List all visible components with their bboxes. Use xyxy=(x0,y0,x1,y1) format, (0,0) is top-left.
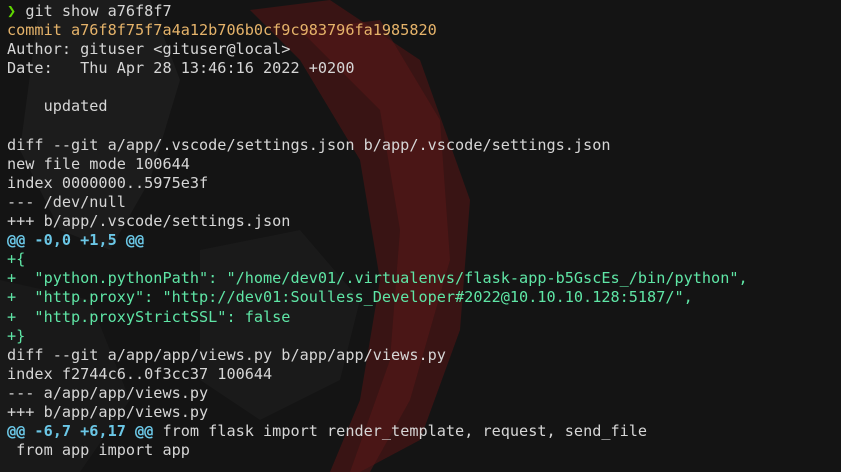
commit-hash-line: commit a76f8f75f7a4a12b706b0cf9c983796fa… xyxy=(7,21,437,40)
hunk-line: @@ -6,7 +6,17 @@ from flask import rende… xyxy=(7,422,841,441)
added-line: + "http.proxy": "http://dev01:Soulless_D… xyxy=(7,288,693,307)
added-line: +{ xyxy=(7,250,26,269)
index-line: index f2744c6..0f3cc37 100644 xyxy=(7,364,273,383)
added-line: + "http.proxyStrictSSL": false xyxy=(7,307,291,326)
date-line: Date: Thu Apr 28 13:46:16 2022 +0200 xyxy=(7,59,355,78)
hunk-header: @@ -0,0 +1,5 @@ xyxy=(7,231,145,250)
plus-file-line: +++ b/app/app/views.py xyxy=(7,402,209,421)
minus-file-line: --- a/app/app/views.py xyxy=(7,383,209,402)
prompt-line: ❯ git show a76f8f7 xyxy=(7,2,841,21)
hunk-header: @@ -6,7 +6,17 @@ xyxy=(7,422,154,441)
prompt-arrow-icon: ❯ xyxy=(7,2,17,20)
diff-header: diff --git a/app/app/views.py b/app/app/… xyxy=(7,345,446,364)
plus-file-line: +++ b/app/.vscode/settings.json xyxy=(7,212,291,231)
hunk-context: from flask import render_template, reque… xyxy=(153,422,648,441)
file-mode-line: new file mode 100644 xyxy=(7,154,190,173)
added-line: +} xyxy=(7,326,26,345)
commit-message: updated xyxy=(7,97,108,116)
author-line: Author: gituser <gituser@local> xyxy=(7,40,291,59)
command-text: git show a76f8f7 xyxy=(25,2,172,20)
minus-file-line: --- /dev/null xyxy=(7,192,126,211)
added-line: + "python.pythonPath": "/home/dev01/.vir… xyxy=(7,269,748,288)
diff-header: diff --git a/app/.vscode/settings.json b… xyxy=(7,135,611,154)
index-line: index 0000000..5975e3f xyxy=(7,173,209,192)
terminal-window[interactable]: ❯ git show a76f8f7 commit a76f8f75f7a4a1… xyxy=(0,0,841,472)
context-line: from app import app xyxy=(7,441,190,460)
